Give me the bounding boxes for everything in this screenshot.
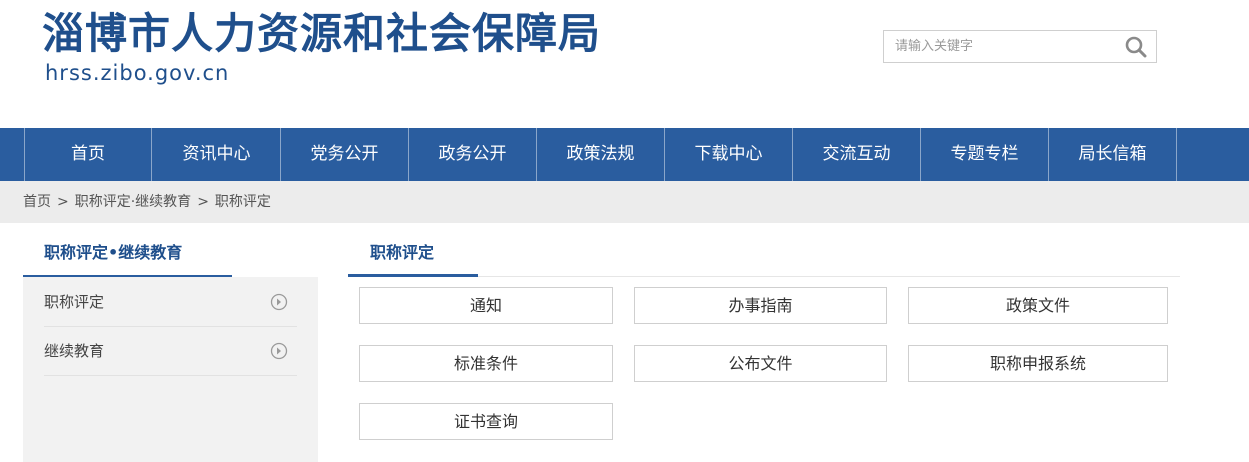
- breadcrumb-category[interactable]: 职称评定·继续教育: [75, 194, 191, 210]
- search-input[interactable]: [884, 31, 1120, 62]
- main-title: 职称评定: [370, 243, 435, 262]
- breadcrumb-current[interactable]: 职称评定: [215, 194, 271, 210]
- sidebar-item-title-evaluation[interactable]: 职称评定: [44, 278, 297, 327]
- sidebar-item-continuing-education[interactable]: 继续教育: [44, 327, 297, 376]
- tile-service-guide[interactable]: 办事指南: [634, 287, 887, 324]
- main-title-underline: [348, 274, 478, 277]
- breadcrumb-separator: >: [57, 194, 69, 210]
- tile-notice[interactable]: 通知: [359, 287, 613, 324]
- sidebar-header: 职称评定•继续教育: [23, 223, 318, 277]
- sidebar: 职称评定•继续教育 职称评定 继续教育: [23, 223, 318, 462]
- breadcrumb: 首页 > 职称评定·继续教育 > 职称评定: [23, 181, 271, 223]
- nav-item-home[interactable]: 首页: [24, 128, 152, 181]
- nav-item-director-mailbox[interactable]: 局长信箱: [1049, 128, 1177, 181]
- breadcrumb-bar: 首页 > 职称评定·继续教育 > 职称评定: [0, 181, 1249, 223]
- tile-standard-conditions[interactable]: 标准条件: [359, 345, 613, 382]
- tile-policy-documents[interactable]: 政策文件: [908, 287, 1168, 324]
- sidebar-item-label: 继续教育: [44, 342, 105, 360]
- nav-item-interaction[interactable]: 交流互动: [793, 128, 921, 181]
- circle-arrow-right-icon: [270, 293, 288, 311]
- tile-published-documents[interactable]: 公布文件: [634, 345, 887, 382]
- sidebar-item-label: 职称评定: [44, 293, 105, 311]
- nav-item-policies[interactable]: 政策法规: [537, 128, 665, 181]
- search-box: [883, 30, 1157, 63]
- nav-item-special-topics[interactable]: 专题专栏: [921, 128, 1049, 181]
- tile-title-application-system[interactable]: 职称申报系统: [908, 345, 1168, 382]
- site-domain: hrss.zibo.gov.cn: [45, 61, 230, 85]
- nav-item-news[interactable]: 资讯中心: [153, 128, 281, 181]
- main-header: 职称评定: [348, 223, 1180, 277]
- nav-item-government-affairs[interactable]: 政务公开: [409, 128, 537, 181]
- tile-certificate-query[interactable]: 证书查询: [359, 403, 613, 440]
- site-header: 淄博市人力资源和社会保障局 hrss.zibo.gov.cn: [0, 0, 1249, 128]
- circle-arrow-right-icon: [270, 342, 288, 360]
- main-nav: 首页 资讯中心 党务公开 政务公开 政策法规 下载中心 交流互动 专题专栏 局长…: [0, 128, 1249, 181]
- nav-item-downloads[interactable]: 下载中心: [665, 128, 793, 181]
- nav-item-party-affairs[interactable]: 党务公开: [281, 128, 409, 181]
- breadcrumb-separator: >: [197, 194, 209, 210]
- breadcrumb-home[interactable]: 首页: [23, 194, 51, 210]
- site-title[interactable]: 淄博市人力资源和社会保障局: [42, 8, 601, 60]
- search-icon[interactable]: [1124, 35, 1148, 59]
- sidebar-title: 职称评定•继续教育: [44, 243, 183, 262]
- sidebar-title-underline: [23, 275, 232, 277]
